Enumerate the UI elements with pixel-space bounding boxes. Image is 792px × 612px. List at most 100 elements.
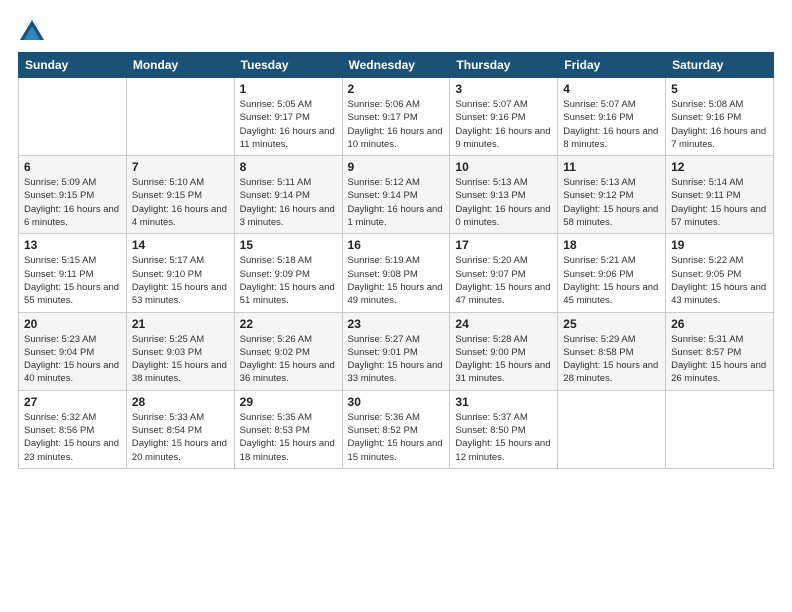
day-cell: 8 Sunrise: 5:11 AM Sunset: 9:14 PM Daylig… bbox=[234, 156, 342, 234]
day-cell: 30 Sunrise: 5:36 AM Sunset: 8:52 PM Dayli… bbox=[342, 390, 450, 468]
day-cell: 1 Sunrise: 5:05 AM Sunset: 9:17 PM Daylig… bbox=[234, 78, 342, 156]
day-info: Sunrise: 5:25 AM Sunset: 9:03 PM Dayligh… bbox=[132, 333, 229, 386]
day-info: Sunrise: 5:05 AM Sunset: 9:17 PM Dayligh… bbox=[240, 98, 337, 151]
day-number: 15 bbox=[240, 238, 337, 252]
day-info: Sunrise: 5:08 AM Sunset: 9:16 PM Dayligh… bbox=[671, 98, 768, 151]
day-cell bbox=[558, 390, 666, 468]
day-cell: 18 Sunrise: 5:21 AM Sunset: 9:06 PM Dayli… bbox=[558, 234, 666, 312]
day-info: Sunrise: 5:22 AM Sunset: 9:05 PM Dayligh… bbox=[671, 254, 768, 307]
day-number: 6 bbox=[24, 160, 121, 174]
day-cell bbox=[126, 78, 234, 156]
day-info: Sunrise: 5:09 AM Sunset: 9:15 PM Dayligh… bbox=[24, 176, 121, 229]
day-number: 3 bbox=[455, 82, 552, 96]
day-number: 13 bbox=[24, 238, 121, 252]
day-number: 9 bbox=[348, 160, 445, 174]
day-cell bbox=[19, 78, 127, 156]
day-cell: 28 Sunrise: 5:33 AM Sunset: 8:54 PM Dayli… bbox=[126, 390, 234, 468]
day-cell bbox=[666, 390, 774, 468]
day-cell: 20Sunrise: 5:23 AM Sunset: 9:04 PM Dayli… bbox=[19, 312, 127, 390]
week-row-3: 20Sunrise: 5:23 AM Sunset: 9:04 PM Dayli… bbox=[19, 312, 774, 390]
week-row-4: 27 Sunrise: 5:32 AM Sunset: 8:56 PM Dayli… bbox=[19, 390, 774, 468]
day-cell: 23 Sunrise: 5:27 AM Sunset: 9:01 PM Dayli… bbox=[342, 312, 450, 390]
day-number: 20 bbox=[24, 317, 121, 331]
day-info: Sunrise: 5:18 AM Sunset: 9:09 PM Dayligh… bbox=[240, 254, 337, 307]
day-cell: 7 Sunrise: 5:10 AM Sunset: 9:15 PM Daylig… bbox=[126, 156, 234, 234]
day-cell: 9 Sunrise: 5:12 AM Sunset: 9:14 PM Daylig… bbox=[342, 156, 450, 234]
day-cell: 2Sunrise: 5:06 AM Sunset: 9:17 PM Daylig… bbox=[342, 78, 450, 156]
day-number: 8 bbox=[240, 160, 337, 174]
day-cell: 3 Sunrise: 5:07 AM Sunset: 9:16 PM Daylig… bbox=[450, 78, 558, 156]
weekday-header-sunday: Sunday bbox=[19, 53, 127, 78]
day-number: 19 bbox=[671, 238, 768, 252]
logo bbox=[18, 18, 50, 46]
day-info: Sunrise: 5:32 AM Sunset: 8:56 PM Dayligh… bbox=[24, 411, 121, 464]
day-number: 17 bbox=[455, 238, 552, 252]
day-info: Sunrise: 5:15 AM Sunset: 9:11 PM Dayligh… bbox=[24, 254, 121, 307]
weekday-header-wednesday: Wednesday bbox=[342, 53, 450, 78]
day-cell: 27 Sunrise: 5:32 AM Sunset: 8:56 PM Dayli… bbox=[19, 390, 127, 468]
weekday-header-saturday: Saturday bbox=[666, 53, 774, 78]
day-number: 4 bbox=[563, 82, 660, 96]
day-cell: 24 Sunrise: 5:28 AM Sunset: 9:00 PM Dayli… bbox=[450, 312, 558, 390]
calendar-table: SundayMondayTuesdayWednesdayThursdayFrid… bbox=[18, 52, 774, 469]
day-info: Sunrise: 5:36 AM Sunset: 8:52 PM Dayligh… bbox=[348, 411, 445, 464]
day-number: 27 bbox=[24, 395, 121, 409]
day-number: 7 bbox=[132, 160, 229, 174]
day-info: Sunrise: 5:12 AM Sunset: 9:14 PM Dayligh… bbox=[348, 176, 445, 229]
day-info: Sunrise: 5:21 AM Sunset: 9:06 PM Dayligh… bbox=[563, 254, 660, 307]
day-cell: 29 Sunrise: 5:35 AM Sunset: 8:53 PM Dayli… bbox=[234, 390, 342, 468]
day-number: 29 bbox=[240, 395, 337, 409]
week-row-2: 13 Sunrise: 5:15 AM Sunset: 9:11 PM Dayli… bbox=[19, 234, 774, 312]
day-cell: 22Sunrise: 5:26 AM Sunset: 9:02 PM Dayli… bbox=[234, 312, 342, 390]
day-info: Sunrise: 5:07 AM Sunset: 9:16 PM Dayligh… bbox=[563, 98, 660, 151]
day-cell: 12Sunrise: 5:14 AM Sunset: 9:11 PM Dayli… bbox=[666, 156, 774, 234]
day-info: Sunrise: 5:27 AM Sunset: 9:01 PM Dayligh… bbox=[348, 333, 445, 386]
day-number: 22 bbox=[240, 317, 337, 331]
day-cell: 26Sunrise: 5:31 AM Sunset: 8:57 PM Dayli… bbox=[666, 312, 774, 390]
day-info: Sunrise: 5:20 AM Sunset: 9:07 PM Dayligh… bbox=[455, 254, 552, 307]
day-info: Sunrise: 5:35 AM Sunset: 8:53 PM Dayligh… bbox=[240, 411, 337, 464]
day-info: Sunrise: 5:10 AM Sunset: 9:15 PM Dayligh… bbox=[132, 176, 229, 229]
day-number: 31 bbox=[455, 395, 552, 409]
day-number: 28 bbox=[132, 395, 229, 409]
day-number: 5 bbox=[671, 82, 768, 96]
weekday-header-monday: Monday bbox=[126, 53, 234, 78]
day-cell: 19 Sunrise: 5:22 AM Sunset: 9:05 PM Dayli… bbox=[666, 234, 774, 312]
day-number: 30 bbox=[348, 395, 445, 409]
day-number: 11 bbox=[563, 160, 660, 174]
day-info: Sunrise: 5:28 AM Sunset: 9:00 PM Dayligh… bbox=[455, 333, 552, 386]
day-info: Sunrise: 5:07 AM Sunset: 9:16 PM Dayligh… bbox=[455, 98, 552, 151]
day-info: Sunrise: 5:17 AM Sunset: 9:10 PM Dayligh… bbox=[132, 254, 229, 307]
day-number: 26 bbox=[671, 317, 768, 331]
day-number: 21 bbox=[132, 317, 229, 331]
day-cell: 10Sunrise: 5:13 AM Sunset: 9:13 PM Dayli… bbox=[450, 156, 558, 234]
day-cell: 15 Sunrise: 5:18 AM Sunset: 9:09 PM Dayli… bbox=[234, 234, 342, 312]
weekday-header-tuesday: Tuesday bbox=[234, 53, 342, 78]
day-cell: 31 Sunrise: 5:37 AM Sunset: 8:50 PM Dayli… bbox=[450, 390, 558, 468]
day-cell: 16 Sunrise: 5:19 AM Sunset: 9:08 PM Dayli… bbox=[342, 234, 450, 312]
weekday-header-row: SundayMondayTuesdayWednesdayThursdayFrid… bbox=[19, 53, 774, 78]
day-cell: 14 Sunrise: 5:17 AM Sunset: 9:10 PM Dayli… bbox=[126, 234, 234, 312]
day-cell: 5 Sunrise: 5:08 AM Sunset: 9:16 PM Daylig… bbox=[666, 78, 774, 156]
day-info: Sunrise: 5:11 AM Sunset: 9:14 PM Dayligh… bbox=[240, 176, 337, 229]
day-number: 14 bbox=[132, 238, 229, 252]
day-number: 12 bbox=[671, 160, 768, 174]
day-info: Sunrise: 5:13 AM Sunset: 9:12 PM Dayligh… bbox=[563, 176, 660, 229]
day-cell: 25Sunrise: 5:29 AM Sunset: 8:58 PM Dayli… bbox=[558, 312, 666, 390]
day-info: Sunrise: 5:37 AM Sunset: 8:50 PM Dayligh… bbox=[455, 411, 552, 464]
day-number: 1 bbox=[240, 82, 337, 96]
day-number: 24 bbox=[455, 317, 552, 331]
day-number: 23 bbox=[348, 317, 445, 331]
day-info: Sunrise: 5:19 AM Sunset: 9:08 PM Dayligh… bbox=[348, 254, 445, 307]
day-info: Sunrise: 5:33 AM Sunset: 8:54 PM Dayligh… bbox=[132, 411, 229, 464]
day-cell: 21 Sunrise: 5:25 AM Sunset: 9:03 PM Dayli… bbox=[126, 312, 234, 390]
day-number: 25 bbox=[563, 317, 660, 331]
calendar-page: SundayMondayTuesdayWednesdayThursdayFrid… bbox=[0, 0, 792, 612]
day-cell: 4 Sunrise: 5:07 AM Sunset: 9:16 PM Daylig… bbox=[558, 78, 666, 156]
weekday-header-friday: Friday bbox=[558, 53, 666, 78]
day-cell: 6 Sunrise: 5:09 AM Sunset: 9:15 PM Daylig… bbox=[19, 156, 127, 234]
day-number: 16 bbox=[348, 238, 445, 252]
day-number: 18 bbox=[563, 238, 660, 252]
logo-icon bbox=[18, 18, 46, 46]
week-row-1: 6 Sunrise: 5:09 AM Sunset: 9:15 PM Daylig… bbox=[19, 156, 774, 234]
